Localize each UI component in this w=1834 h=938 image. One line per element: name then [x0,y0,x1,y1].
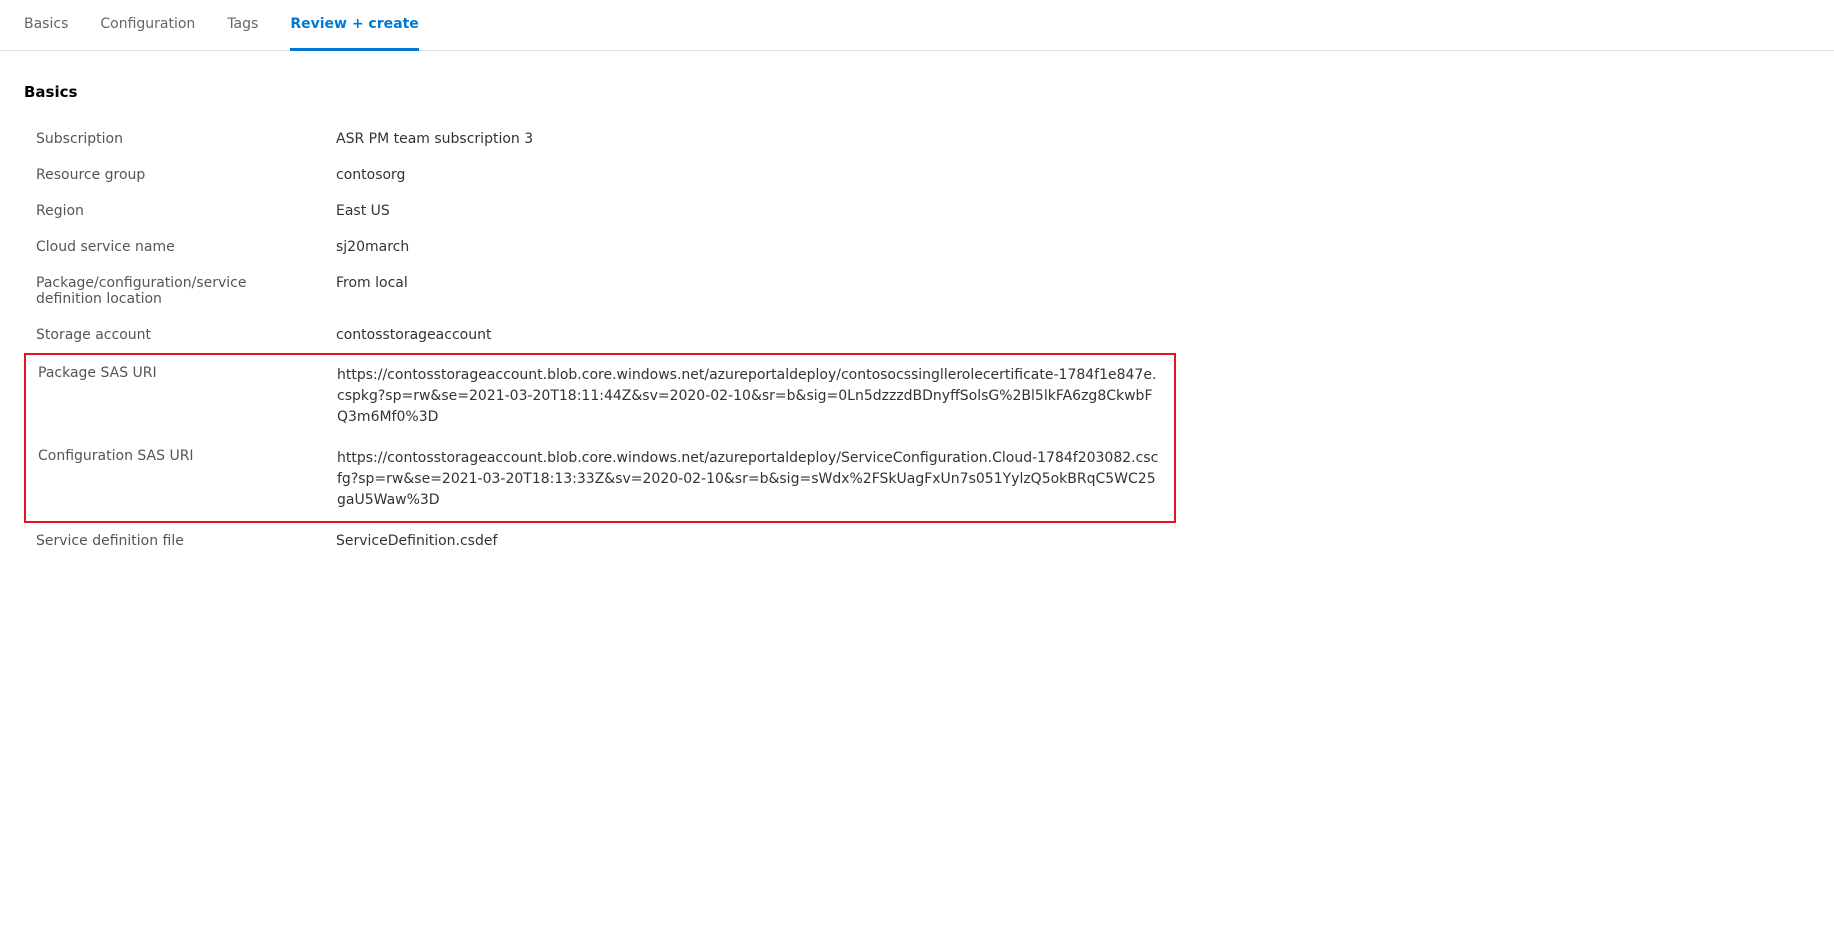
tab-bar: Basics Configuration Tags Review + creat… [0,0,1834,51]
row-label: Package SAS URI [25,354,325,438]
row-value: From local [324,265,1176,317]
section-title: Basics [24,83,1176,101]
tabs-container: Basics Configuration Tags Review + creat… [0,0,1834,51]
row-label: Region [24,193,324,229]
main-content: Basics Subscription ASR PM team subscrip… [0,51,1200,591]
row-value: East US [324,193,1176,229]
row-value: ServiceDefinition.csdef [324,523,1176,559]
table-row: Package/configuration/service definition… [24,265,1176,317]
tab-basics[interactable]: Basics [24,0,68,51]
table-row: Region East US [24,193,1176,229]
row-value: contosorg [324,157,1176,193]
row-label: Storage account [24,317,324,353]
table-row: Resource group contosorg [24,157,1176,193]
row-value: contosstorageaccount [324,317,1176,353]
highlighted-rows-table: Package SAS URI https://contosstorageacc… [24,353,1176,523]
row-value: ASR PM team subscription 3 [324,121,1176,157]
row-value: https://contosstorageaccount.blob.core.w… [325,354,1175,438]
row-value: sj20march [324,229,1176,265]
row-label: Subscription [24,121,324,157]
row-label: Resource group [24,157,324,193]
table-row: Service definition file ServiceDefinitio… [24,523,1176,559]
table-row: Cloud service name sj20march [24,229,1176,265]
table-row: Storage account contosstorageaccount [24,317,1176,353]
table-row-config-sas: Configuration SAS URI https://contosstor… [25,438,1175,522]
row-label: Cloud service name [24,229,324,265]
table-row-package-sas: Package SAS URI https://contosstorageacc… [25,354,1175,438]
tab-review-create[interactable]: Review + create [290,0,418,51]
row-value: https://contosstorageaccount.blob.core.w… [325,438,1175,522]
row-label: Package/configuration/service definition… [24,265,324,317]
review-table-bottom: Service definition file ServiceDefinitio… [24,523,1176,559]
review-table: Subscription ASR PM team subscription 3 … [24,121,1176,353]
row-label: Service definition file [24,523,324,559]
row-label: Configuration SAS URI [25,438,325,522]
tab-tags[interactable]: Tags [227,0,258,51]
table-row: Subscription ASR PM team subscription 3 [24,121,1176,157]
tab-configuration[interactable]: Configuration [100,0,195,51]
